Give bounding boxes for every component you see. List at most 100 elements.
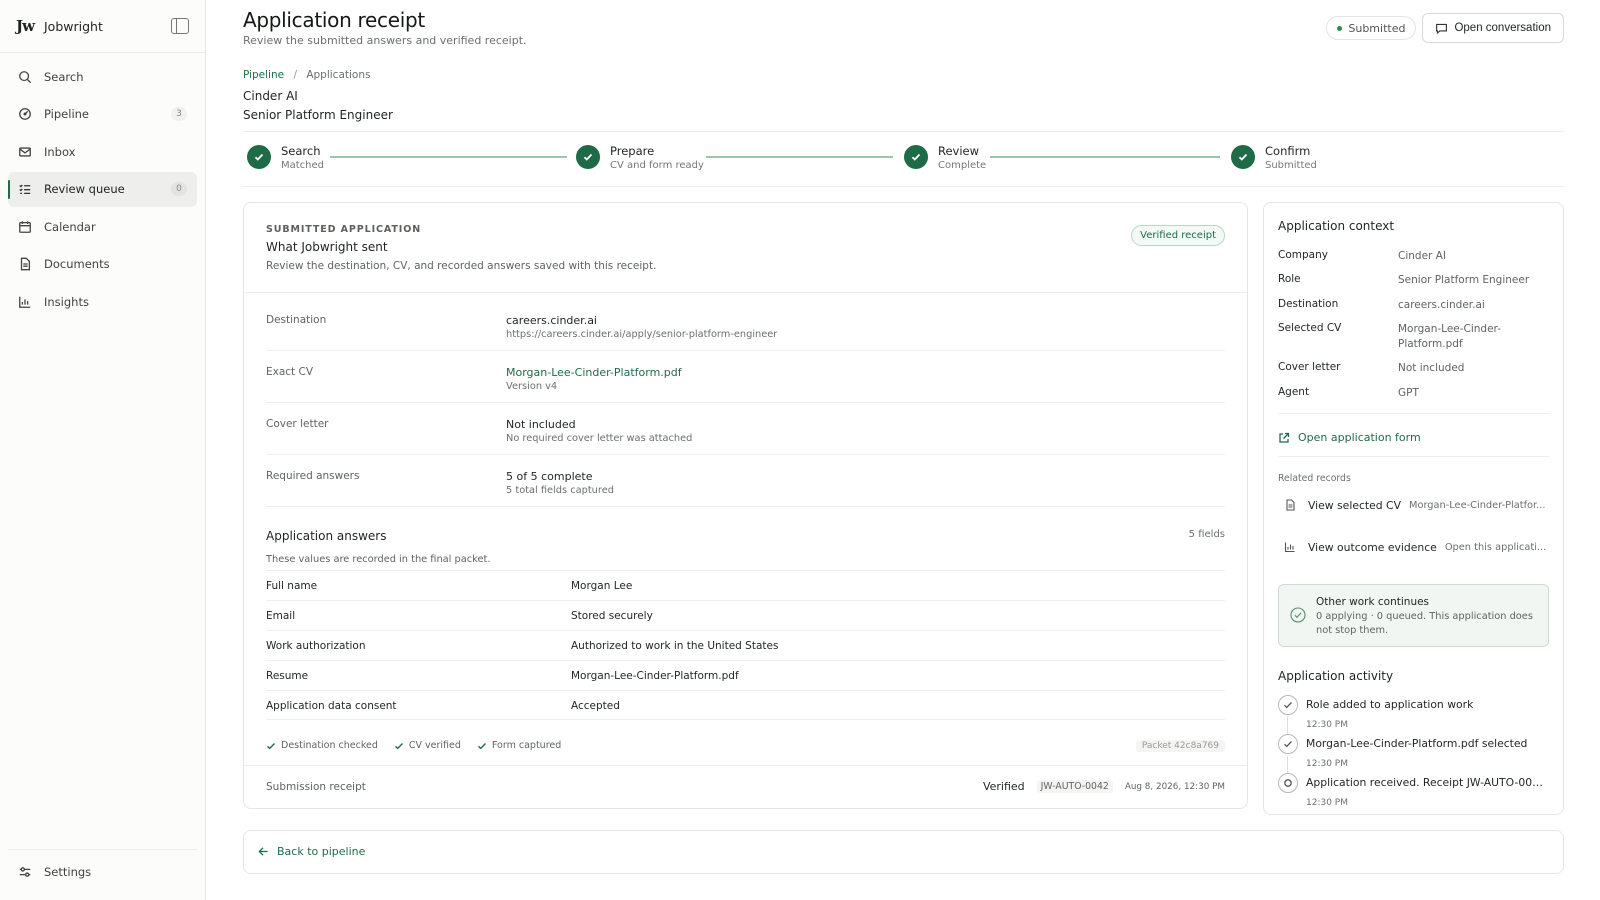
bar-chart-icon xyxy=(18,295,32,309)
check-label: Destination checked xyxy=(281,740,378,751)
detail-value: 5 of 5 complete xyxy=(506,470,593,483)
receipt-status: Verified xyxy=(982,780,1025,793)
view-selected-cv-link[interactable]: View selected CV Morgan-Lee-Cinder-Platf… xyxy=(1284,495,1549,515)
check-label: CV verified xyxy=(408,740,461,751)
other-work-description: 0 applying · 0 queued. This application … xyxy=(1316,611,1533,636)
step-confirm: Confirm Submitted xyxy=(1231,144,1317,171)
activity-text: Application received. Receipt JW-AUTO-00… xyxy=(1306,776,1549,789)
check-form: Form captured xyxy=(477,740,561,751)
answer-key: Email xyxy=(266,610,296,622)
answer-value: Stored securely xyxy=(571,610,653,622)
sidebar-item-search[interactable]: Search xyxy=(8,59,197,94)
step-title: Prepare xyxy=(610,144,655,158)
activity-title: Application activity xyxy=(1278,669,1394,683)
back-to-pipeline-link[interactable]: Back to pipeline xyxy=(258,845,365,858)
pipeline-icon xyxy=(18,107,32,121)
check-circle-icon xyxy=(1278,734,1298,754)
answer-value: Morgan-Lee-Cinder-Platform.pdf xyxy=(571,670,739,682)
sidebar-item-insights[interactable]: Insights xyxy=(8,284,197,319)
sidebar-item-calendar[interactable]: Calendar xyxy=(8,209,197,244)
cv-file-link[interactable]: Morgan-Lee-Cinder-Platform.pdf xyxy=(506,366,682,379)
settings-sliders-icon xyxy=(18,865,32,879)
detail-label: Cover letter xyxy=(266,418,329,430)
document-icon xyxy=(18,257,32,271)
detail-label: Exact CV xyxy=(266,366,314,378)
brand: Jw Jobwright xyxy=(0,0,205,53)
sidebar-item-label: Settings xyxy=(44,865,92,879)
verified-receipt-badge: Verified receipt xyxy=(1131,225,1225,246)
brand-logo[interactable]: Jw xyxy=(16,17,44,35)
answer-row: Full name Morgan Lee xyxy=(266,570,1225,600)
mail-icon xyxy=(18,145,32,159)
external-link-icon xyxy=(1279,432,1290,443)
detail-row-cover-letter: Cover letter Not included No required co… xyxy=(266,403,1225,455)
receipt-id: JW-AUTO-0042 xyxy=(1036,780,1113,793)
open-application-form-label: Open application form xyxy=(1298,431,1421,444)
sidebar-item-documents[interactable]: Documents xyxy=(8,247,197,282)
open-application-form-link[interactable]: Open application form xyxy=(1278,431,1421,444)
detail-row-destination: Destination careers.cinder.ai https://ca… xyxy=(266,299,1225,351)
document-icon xyxy=(1286,499,1295,511)
chat-icon xyxy=(1436,23,1448,34)
checklist-icon xyxy=(18,182,32,196)
sidebar-toggle-icon[interactable] xyxy=(171,18,189,34)
verification-checks: Destination checked CV verified Form cap… xyxy=(266,740,561,751)
bar-chart-icon xyxy=(1284,542,1295,553)
breadcrumb-separator: / xyxy=(293,69,297,81)
sidebar-nav: Search Pipeline 3 Inbox Review queue 0 C… xyxy=(0,53,205,328)
open-conversation-button[interactable]: Open conversation xyxy=(1422,13,1564,43)
context-key: Cover letter xyxy=(1278,361,1341,373)
step-connector xyxy=(330,156,567,158)
related-subtitle: Morgan-Lee-Cinder-Platfor... xyxy=(1409,499,1546,511)
view-outcome-evidence-link[interactable]: View outcome evidence Open this applicat… xyxy=(1284,537,1549,557)
page-title: Application receipt xyxy=(243,8,425,32)
answer-value: Accepted xyxy=(571,700,620,712)
sidebar-item-label: Review queue xyxy=(44,182,125,196)
other-work-notice: Other work continues 0 applying · 0 queu… xyxy=(1278,584,1549,647)
breadcrumb: Pipeline / Applications xyxy=(243,69,370,81)
check-circle-icon xyxy=(1290,607,1306,623)
context-title: Application context xyxy=(1278,219,1395,233)
context-value: Morgan-Lee-Cinder-Platform.pdf xyxy=(1398,323,1501,350)
answers-title: Application answers xyxy=(266,529,387,543)
activity-time: 12:30 PM xyxy=(1306,720,1348,730)
detail-sub: https://careers.cinder.ai/apply/senior-p… xyxy=(506,329,778,340)
detail-value: Not included xyxy=(506,418,576,431)
activity-connector xyxy=(1287,717,1288,735)
answer-key: Full name xyxy=(266,580,318,592)
search-icon xyxy=(18,70,32,84)
step-desc: Complete xyxy=(938,160,987,171)
activity-connector xyxy=(1287,756,1288,774)
sidebar-footer: Settings xyxy=(8,848,197,893)
step-desc: CV and form ready xyxy=(610,160,704,171)
answer-value: Morgan Lee xyxy=(571,580,633,592)
company-name: Cinder AI xyxy=(243,89,298,103)
sidebar-item-inbox[interactable]: Inbox xyxy=(8,134,197,169)
brand-name[interactable]: Jobwright xyxy=(44,19,171,34)
sidebar-item-review-queue[interactable]: Review queue 0 xyxy=(8,171,197,207)
sidebar-item-label: Insights xyxy=(44,294,89,309)
step-search: Search Matched xyxy=(247,144,324,171)
status-dot-icon xyxy=(1337,25,1343,31)
back-to-pipeline-label: Back to pipeline xyxy=(277,845,366,858)
context-value: Not included xyxy=(1398,362,1465,374)
answer-row: Resume Morgan-Lee-Cinder-Platform.pdf xyxy=(266,660,1225,690)
step-connector xyxy=(706,156,893,158)
check-icon xyxy=(477,742,486,749)
activity-text: Morgan-Lee-Cinder-Platform.pdf selected xyxy=(1306,737,1528,750)
open-conversation-label: Open conversation xyxy=(1454,22,1551,34)
header-actions: Submitted Open conversation xyxy=(1326,13,1564,43)
activity-text: Role added to application work xyxy=(1306,698,1474,711)
context-value: careers.cinder.ai xyxy=(1398,299,1485,311)
detail-sub: No required cover letter was attached xyxy=(506,433,693,444)
sidebar-item-pipeline[interactable]: Pipeline 3 xyxy=(8,97,197,132)
breadcrumb-pipeline-link[interactable]: Pipeline xyxy=(243,69,284,81)
sidebar-item-settings[interactable]: Settings xyxy=(8,855,197,890)
related-subtitle: Open this applicati... xyxy=(1444,541,1547,553)
divider xyxy=(244,765,1247,766)
receipt-date: Aug 8, 2026, 12:30 PM xyxy=(1124,781,1225,792)
context-value: Cinder AI xyxy=(1398,250,1446,262)
check-cv: CV verified xyxy=(394,740,461,751)
receipt-label: Submission receipt xyxy=(266,781,366,793)
check-circle-icon xyxy=(1278,695,1298,715)
